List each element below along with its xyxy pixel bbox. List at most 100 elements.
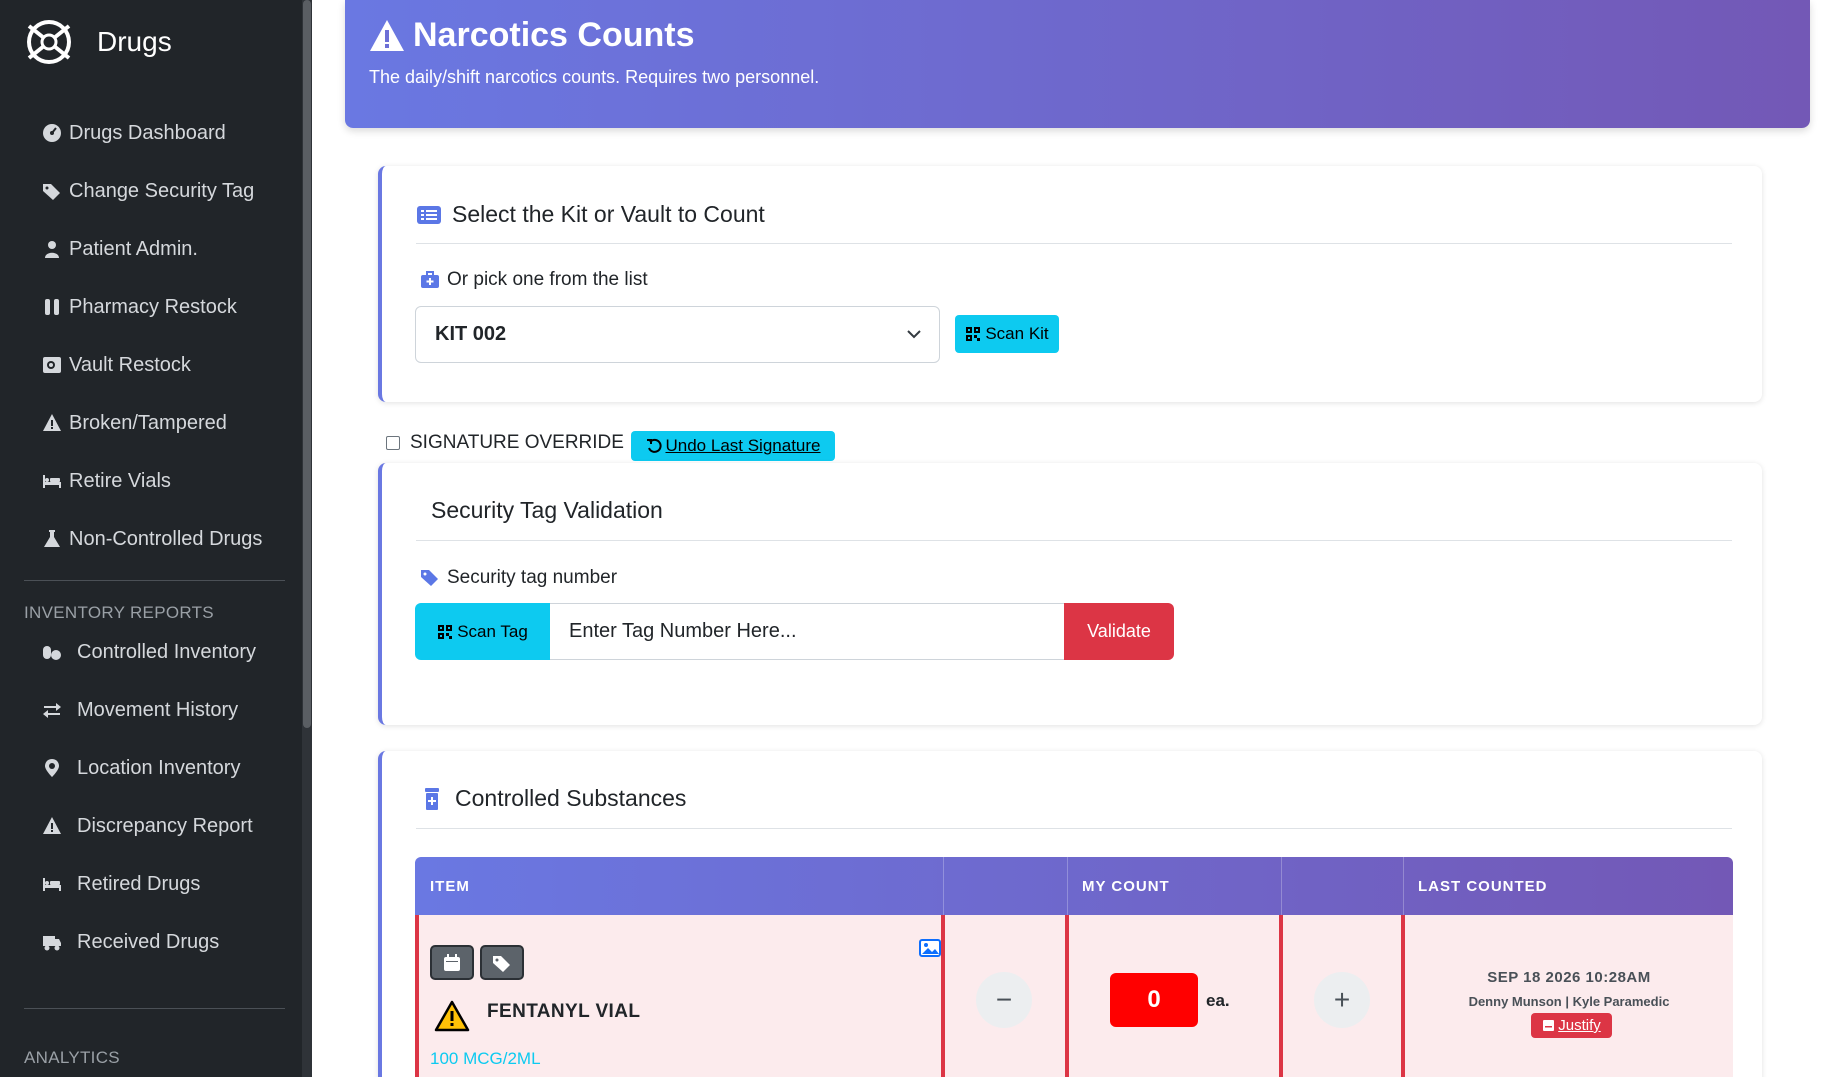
vials-icon: [41, 296, 63, 318]
brand[interactable]: Drugs: [23, 16, 172, 68]
kit-select-value: KIT 002: [435, 323, 507, 345]
card-divider: [416, 540, 1732, 541]
kit-card-title-text: Select the Kit or Vault to Count: [452, 201, 765, 227]
sidebar-item-broken-tampered[interactable]: Broken/Tampered: [41, 408, 227, 438]
page-title: Narcotics Counts: [369, 16, 695, 55]
sidebar-item-movement-history[interactable]: Movement History: [41, 695, 238, 725]
last-counted-cell: SEP 18 2026 10:28AM Denny Munson | Kyle …: [1405, 915, 1733, 1077]
row-flag-border: [1065, 915, 1069, 1077]
list-icon: [417, 205, 441, 224]
sidebar-item-discrepancy-report[interactable]: Discrepancy Report: [41, 811, 253, 841]
pills-icon: [41, 641, 63, 663]
security-tag-input[interactable]: Enter Tag Number Here...: [550, 603, 1064, 660]
gauge-icon: [41, 122, 63, 144]
prescription-bottle-icon: [425, 787, 439, 810]
column-header-my-count: MY COUNT: [1082, 877, 1170, 895]
sidebar-item-label: Controlled Inventory: [77, 640, 256, 663]
justify-button[interactable]: Justify: [1531, 1013, 1612, 1038]
flask-icon: [41, 528, 63, 550]
sidebar-item-label: Vault Restock: [69, 353, 191, 376]
medkit-icon: [421, 271, 439, 288]
sidebar-item-change-security-tag[interactable]: Change Security Tag: [41, 176, 254, 206]
sidebar-item-patient-admin[interactable]: Patient Admin.: [41, 234, 198, 264]
brand-title: Drugs: [97, 26, 172, 57]
sidebar-scrollbar[interactable]: [302, 0, 312, 1077]
sidebar-item-label: Retire Vials: [69, 469, 171, 492]
sidebar-item-label: Non-Controlled Drugs: [69, 527, 263, 550]
qrcode-icon: [966, 327, 981, 341]
table-header: ITEM MY COUNT LAST COUNTED: [415, 857, 1733, 915]
scan-tag-button[interactable]: Scan Tag: [415, 603, 550, 660]
section-heading-analytics: ANALYTICS: [24, 1048, 120, 1067]
page-subtitle: The daily/shift narcotics counts. Requir…: [369, 67, 820, 87]
tags-icon: [41, 180, 63, 202]
signature-override-checkbox[interactable]: [386, 436, 400, 450]
page-title-text: Narcotics Counts: [413, 16, 695, 54]
sidebar-item-non-controlled-drugs[interactable]: Non-Controlled Drugs: [41, 524, 262, 554]
undo-icon: [646, 438, 662, 453]
undo-last-signature-button[interactable]: Undo Last Signature: [631, 431, 835, 461]
my-count-input[interactable]: 0: [1110, 973, 1198, 1027]
image-icon[interactable]: [919, 939, 941, 957]
truck-icon: [41, 931, 63, 953]
sidebar-item-vault-restock[interactable]: Vault Restock: [41, 350, 191, 380]
validate-button[interactable]: Validate: [1064, 603, 1174, 660]
file-icon: [1543, 1020, 1555, 1031]
tags-button[interactable]: [480, 945, 524, 980]
card-divider: [416, 828, 1732, 829]
sidebar-item-controlled-inventory[interactable]: Controlled Inventory: [41, 637, 256, 667]
column-header-last-counted: LAST COUNTED: [1418, 877, 1548, 895]
qrcode-icon: [438, 624, 453, 639]
sidebar: Drugs Drugs Dashboard Change Security Ta…: [0, 0, 312, 1077]
page-header: Narcotics Counts The daily/shift narcoti…: [345, 0, 1810, 128]
sidebar-item-drugs-dashboard[interactable]: Drugs Dashboard: [41, 118, 226, 148]
security-tag-card-title: Security Tag Validation: [431, 497, 663, 523]
sidebar-item-label: Movement History: [77, 698, 239, 721]
section-heading-inventory-reports: INVENTORY REPORTS: [24, 603, 214, 622]
increment-button[interactable]: +: [1314, 972, 1370, 1028]
kit-select[interactable]: KIT 002: [415, 306, 940, 363]
user-nurse-icon: [41, 238, 63, 260]
sidebar-item-retired-drugs[interactable]: Retired Drugs: [41, 869, 200, 899]
scan-kit-label: Scan Kit: [985, 324, 1049, 343]
sidebar-item-label: Received Drugs: [77, 930, 220, 953]
row-flag-border: [1279, 915, 1283, 1077]
column-header-increment: [1281, 857, 1403, 915]
undo-last-signature-label: Undo Last Signature: [665, 436, 821, 455]
scan-tag-label: Scan Tag: [457, 621, 528, 641]
count-unit: ea.: [1206, 991, 1230, 1010]
column-header-item: ITEM: [430, 877, 470, 895]
sidebar-scrollbar-thumb[interactable]: [303, 0, 311, 728]
controlled-substances-card: Controlled Substances ITEM MY COUNT LAST…: [378, 751, 1762, 1077]
item-name: FENTANYL VIAL: [487, 1001, 641, 1022]
justify-label: Justify: [1558, 1017, 1601, 1034]
kit-pick-label-text: Or pick one from the list: [447, 269, 648, 290]
sidebar-item-pharmacy-restock[interactable]: Pharmacy Restock: [41, 292, 237, 322]
scan-kit-button[interactable]: Scan Kit: [955, 315, 1059, 353]
controlled-substances-title: Controlled Substances: [419, 785, 686, 812]
sidebar-item-retire-vials[interactable]: Retire Vials: [41, 466, 171, 496]
warning-icon: [41, 412, 63, 434]
arrows-icon: [41, 699, 63, 721]
bed-icon: [41, 873, 63, 895]
sidebar-item-label: Change Security Tag: [69, 179, 255, 202]
tags-icon: [493, 955, 510, 972]
decrement-button[interactable]: −: [976, 972, 1032, 1028]
card-divider: [416, 243, 1732, 244]
sidebar-item-label: Discrepancy Report: [77, 814, 253, 837]
sidebar-item-location-inventory[interactable]: Location Inventory: [41, 753, 240, 783]
sidebar-item-label: Location Inventory: [77, 756, 241, 779]
calendar-button[interactable]: [430, 945, 474, 980]
warning-icon: [41, 815, 63, 837]
map-pin-icon: [41, 757, 63, 779]
last-counted-by: Denny Munson | Kyle Paramedic: [1468, 994, 1670, 1009]
chevron-down-icon: [907, 330, 921, 339]
warning-icon: [370, 19, 404, 51]
signature-override-row: SIGNATURE OVERRIDE: [386, 432, 624, 454]
sidebar-item-received-drugs[interactable]: Received Drugs: [41, 927, 219, 957]
row-flag-border: [941, 915, 945, 1077]
tag-icon: [421, 570, 438, 586]
calendar-icon: [444, 953, 460, 971]
sidebar-item-label: Patient Admin.: [69, 237, 198, 260]
kit-pick-label: Or pick one from the list: [420, 269, 648, 291]
